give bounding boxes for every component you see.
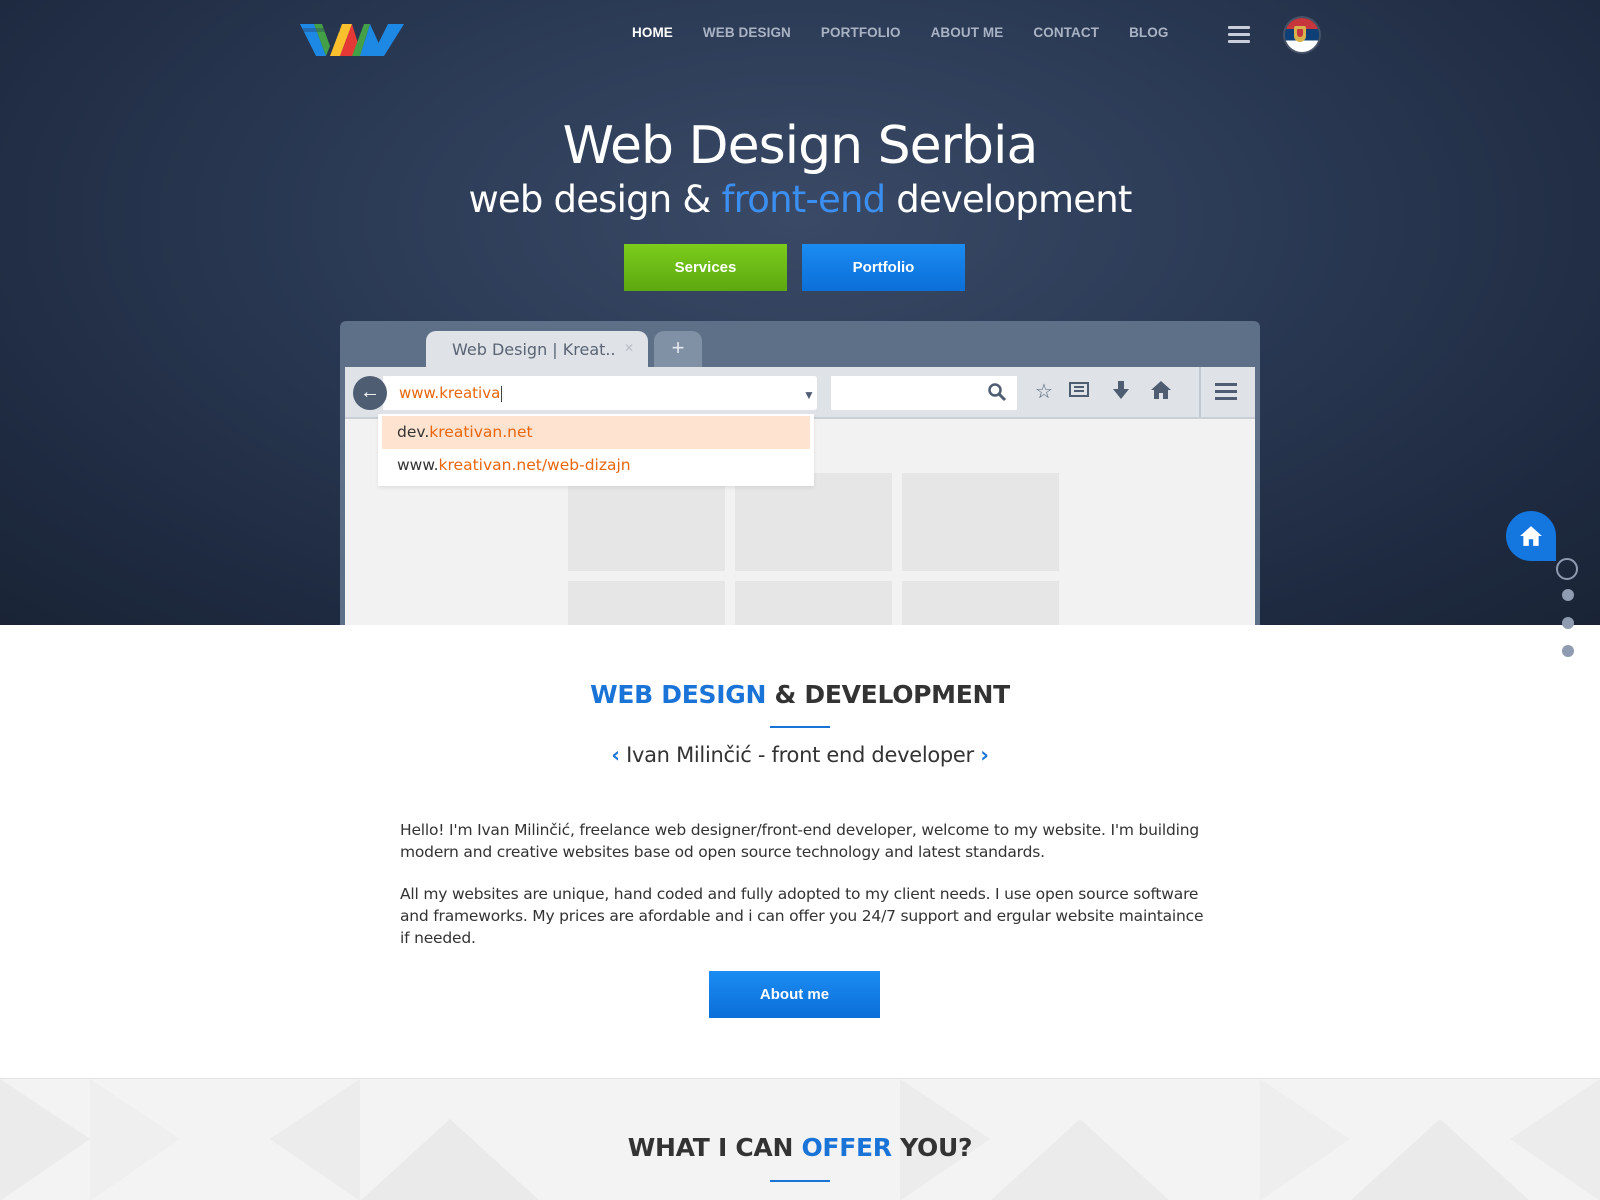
nav-home[interactable]: HOME — [632, 25, 673, 40]
browser-tab: Web Design | Kreat.. ✕ — [426, 331, 648, 367]
home-float-icon — [1520, 526, 1542, 546]
title-underline — [770, 726, 830, 728]
reading-list-icon — [1067, 380, 1091, 404]
about-paragraph: Hello! I'm Ivan Milinčić, freelance web … — [400, 821, 1199, 861]
section-dot[interactable] — [1562, 645, 1574, 657]
nav-web-design[interactable]: WEB DESIGN — [703, 25, 791, 40]
section-dot[interactable] — [1562, 617, 1574, 629]
suggestion-item: dev.kreativan.net — [382, 416, 810, 449]
tab-close-icon: ✕ — [624, 341, 635, 355]
hamburger-icon[interactable] — [1228, 26, 1250, 44]
nav-about-me[interactable]: ABOUT ME — [931, 25, 1004, 40]
about-section-title: WEB DESIGN & DEVELOPMENT — [590, 680, 1010, 709]
placeholder-block — [568, 473, 725, 571]
section-dot[interactable] — [1562, 589, 1574, 601]
search-icon — [988, 383, 1007, 402]
browser-toolbar: www.kreativa ▼ ↻ ← ☆ — [345, 367, 1255, 417]
portfolio-button[interactable]: Portfolio — [802, 244, 965, 291]
serbia-flag-icon[interactable] — [1285, 18, 1319, 52]
placeholder-block — [735, 473, 892, 571]
back-arrow-icon: ← — [353, 376, 387, 410]
services-button[interactable]: Services — [624, 244, 787, 291]
about-subtitle: ‹ Ivan Milinčić - front end developer › — [611, 743, 989, 767]
title-underline — [770, 1180, 830, 1182]
dropdown-arrow-icon: ▼ — [803, 388, 815, 402]
toolbar-divider — [1199, 367, 1201, 417]
star-icon: ☆ — [1035, 381, 1053, 403]
about-me-button[interactable]: About me — [709, 971, 880, 1018]
section-dot-active[interactable] — [1556, 558, 1578, 580]
logo[interactable] — [300, 16, 404, 62]
download-icon — [1109, 380, 1133, 404]
nav-portfolio[interactable]: PORTFOLIO — [821, 25, 901, 40]
offer-section-title: WHAT I CAN OFFER YOU? — [627, 1133, 973, 1162]
url-text: www.kreativa — [399, 384, 503, 402]
hero-subtitle: web design & front-end development — [468, 178, 1132, 221]
hero-subtitle-highlight: front-end — [721, 178, 886, 221]
hero-title: Web Design Serbia — [562, 116, 1039, 176]
placeholder-block — [902, 581, 1059, 625]
placeholder-block — [902, 473, 1059, 571]
tab-title: Web Design | Kreat.. — [452, 340, 616, 359]
chevron-right-icon: › — [980, 743, 989, 767]
menu-icon — [1215, 383, 1237, 404]
new-tab-button: + — [654, 331, 702, 367]
nav-blog[interactable]: BLOG — [1129, 25, 1168, 40]
browser-mockup: Web Design | Kreat.. ✕ + www.kreativa ▼ … — [340, 321, 1260, 625]
suggestion-item: www.kreativan.net/web-dizajn — [397, 456, 631, 474]
url-bar: www.kreativa ▼ ↻ — [383, 376, 846, 410]
about-paragraph: All my websites are unique, hand coded a… — [400, 885, 1204, 947]
hero-section: HOME WEB DESIGN PORTFOLIO ABOUT ME CONTA… — [0, 0, 1600, 625]
chevron-left-icon: ‹ — [611, 743, 620, 767]
home-icon — [1149, 380, 1173, 404]
url-suggestions: dev.kreativan.net www.kreativan.net/web-… — [378, 414, 814, 486]
scroll-home-button[interactable] — [1506, 511, 1556, 561]
placeholder-block — [735, 581, 892, 625]
main-nav: HOME WEB DESIGN PORTFOLIO ABOUT ME CONTA… — [632, 25, 1198, 40]
nav-contact[interactable]: CONTACT — [1033, 25, 1099, 40]
search-bar — [831, 376, 1017, 410]
placeholder-block — [568, 581, 725, 625]
